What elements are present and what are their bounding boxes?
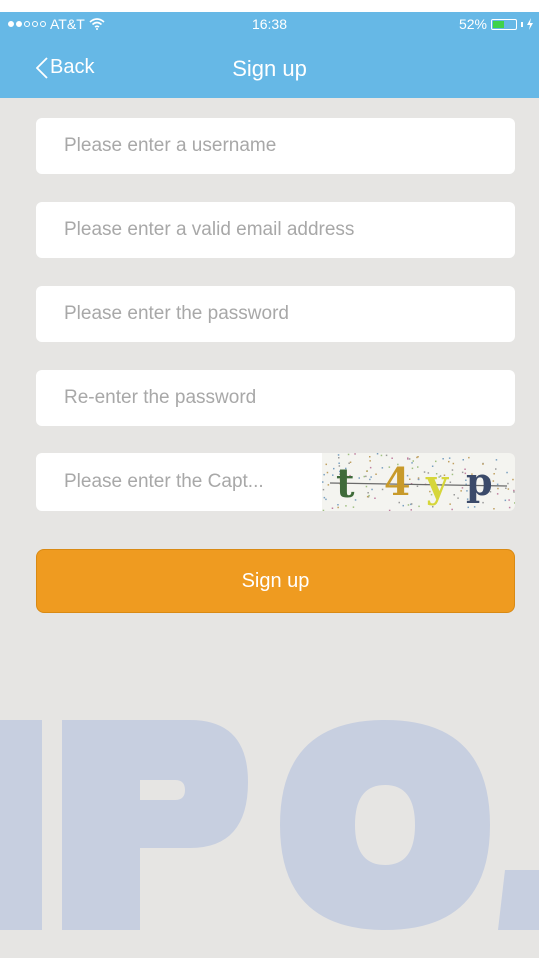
username-field[interactable]: [36, 118, 515, 174]
captcha-char: p: [466, 459, 493, 504]
captcha-field[interactable]: [36, 453, 322, 511]
confirm-password-field[interactable]: [36, 370, 515, 426]
captcha-char: t: [336, 460, 355, 507]
password-field[interactable]: [36, 286, 515, 342]
captcha-char: y: [425, 461, 449, 506]
username-input[interactable]: [62, 134, 489, 158]
confirm-password-input[interactable]: [62, 386, 489, 410]
status-bar: AT&T 16:38 52%: [0, 12, 539, 38]
captcha-char: 4: [384, 459, 410, 504]
charging-icon: [527, 18, 533, 30]
header: AT&T 16:38 52% Back Sign up: [0, 12, 539, 98]
watermark-logo: [0, 720, 539, 930]
captcha-input[interactable]: [62, 470, 296, 494]
battery-icon: [491, 18, 517, 30]
email-input[interactable]: [62, 218, 489, 242]
captcha-row: t 4 y p: [36, 453, 515, 511]
captcha-image[interactable]: t 4 y p: [322, 453, 515, 511]
password-input[interactable]: [62, 302, 489, 326]
nav-bar: Back Sign up: [0, 48, 539, 92]
page-title: Sign up: [232, 56, 307, 81]
battery-percent: 52%: [458, 16, 487, 32]
top-margin: [0, 0, 539, 12]
email-field[interactable]: [36, 202, 515, 258]
sign-up-button[interactable]: Sign up: [36, 549, 515, 613]
